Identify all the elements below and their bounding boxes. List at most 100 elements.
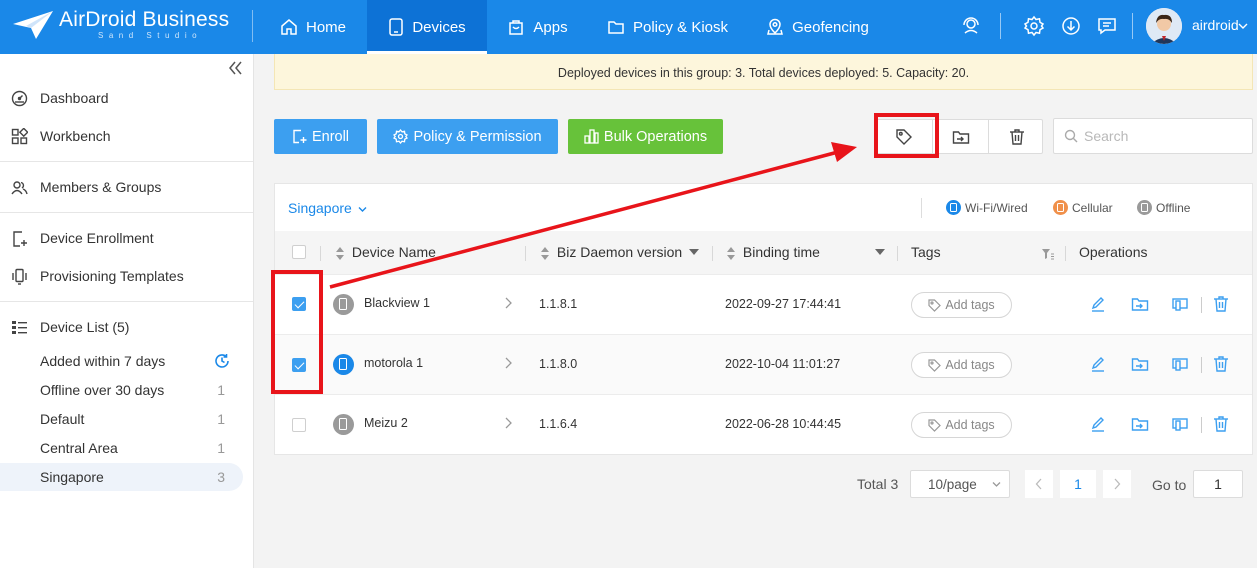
sidebar-item-device-list[interactable]: Device List (5) (0, 311, 253, 343)
page-number[interactable]: 1 (1060, 470, 1096, 498)
airdroid-logo[interactable]: AirDroid Business Sand Studio (12, 7, 237, 47)
binding-time: 2022-06-28 10:44:45 (725, 417, 842, 431)
sidebar-item-workbench[interactable]: Workbench (0, 120, 253, 152)
chevron-right-icon (1114, 478, 1121, 490)
add-tags-button[interactable]: Add tags (911, 292, 1012, 318)
trash-icon[interactable] (1212, 415, 1230, 433)
folder-move-icon[interactable] (1131, 295, 1149, 313)
collapse-sidebar-icon[interactable] (226, 59, 244, 77)
device-name[interactable]: motorola 1 (364, 356, 423, 370)
header-tags: Tags (911, 244, 941, 260)
group-selector-label: Singapore (288, 200, 352, 216)
device-status-icon (333, 354, 354, 375)
add-tags-label: Add tags (945, 298, 995, 312)
move-to-folder-button[interactable] (932, 120, 988, 153)
page-size-select[interactable]: 10/page (910, 470, 1010, 498)
prev-page-button[interactable] (1025, 470, 1053, 498)
group-selector[interactable]: Singapore (288, 200, 367, 216)
username-label[interactable]: airdroid (1192, 17, 1239, 33)
sidebar-item-label: Workbench (40, 128, 111, 144)
table-row[interactable]: motorola 1 1.1.8.0 2022-10-04 11:01:27 A… (275, 334, 1252, 394)
filter-icon[interactable] (1041, 248, 1055, 260)
sidebar-item-members-groups[interactable]: Members & Groups (0, 171, 253, 203)
policy-permission-button[interactable]: Policy & Permission (377, 119, 558, 154)
table-header: Device Name Biz Daemon version Binding t… (275, 231, 1252, 274)
apps-icon (509, 20, 524, 35)
device-status-icon (333, 414, 354, 435)
table-row[interactable]: Meizu 2 1.1.6.4 2022-06-28 10:44:45 Add … (275, 394, 1252, 454)
device-table-panel: Singapore Wi-Fi/Wired Cellular Offline D… (274, 183, 1253, 455)
device-status-icon (333, 294, 354, 315)
next-page-button[interactable] (1103, 470, 1131, 498)
sort-icon (336, 246, 344, 260)
bulk-operations-button[interactable]: Bulk Operations (568, 119, 723, 154)
nav-policy-kiosk[interactable]: Policy & Kiosk (600, 0, 735, 54)
trash-icon[interactable] (1212, 295, 1230, 313)
sidebar-item-dashboard[interactable]: Dashboard (0, 82, 253, 114)
support-icon[interactable] (960, 15, 982, 37)
total-count: Total 3 (857, 476, 899, 492)
chevron-right-icon[interactable] (504, 417, 512, 429)
sidebar-divider (0, 161, 253, 162)
sidebar-item-label: Provisioning Templates (40, 268, 184, 284)
settings-gear-icon[interactable] (1023, 15, 1045, 37)
group-default[interactable]: Default 1 (0, 405, 243, 433)
group-central-area[interactable]: Central Area 1 (0, 434, 243, 462)
legend-offline: Offline (1137, 200, 1190, 215)
group-count: 3 (217, 469, 225, 485)
add-tags-button[interactable]: Add tags (911, 352, 1012, 378)
folder-move-icon[interactable] (1131, 415, 1149, 433)
delete-button[interactable] (988, 120, 1044, 153)
tag-button[interactable] (876, 120, 932, 153)
nav-apps[interactable]: Apps (500, 0, 575, 54)
sidebar-item-device-enrollment[interactable]: Device Enrollment (0, 222, 253, 254)
nav-geofencing-label: Geofencing (792, 18, 869, 36)
header-biz-daemon-version[interactable]: Biz Daemon version (541, 244, 682, 260)
daemon-version: 1.1.8.1 (539, 297, 578, 311)
header-device-name[interactable]: Device Name (336, 244, 436, 260)
sidebar-item-provisioning-templates[interactable]: Provisioning Templates (0, 260, 253, 292)
column-separator (897, 246, 898, 261)
edit-icon[interactable] (1089, 355, 1107, 373)
device-name[interactable]: Blackview 1 (364, 296, 430, 310)
nav-home[interactable]: Home (268, 0, 358, 54)
add-tags-label: Add tags (945, 418, 995, 432)
remote-control-icon[interactable] (1171, 415, 1189, 433)
trash-icon[interactable] (1212, 355, 1230, 373)
filter-dropdown-icon[interactable] (689, 249, 699, 255)
top-nav-bar: AirDroid Business Sand Studio Home Devic… (0, 0, 1257, 54)
group-count: 1 (217, 440, 225, 456)
filter-dropdown-icon[interactable] (875, 249, 885, 255)
group-label: Offline over 30 days (40, 382, 165, 398)
add-tags-button[interactable]: Add tags (911, 412, 1012, 438)
edit-icon[interactable] (1089, 415, 1107, 433)
search-input[interactable] (1084, 120, 1244, 152)
row-checkbox[interactable] (292, 358, 306, 372)
row-checkbox[interactable] (292, 418, 306, 432)
chevron-down-icon[interactable] (1238, 22, 1248, 30)
goto-page-input[interactable] (1193, 470, 1243, 498)
user-avatar[interactable] (1146, 8, 1182, 44)
row-checkbox[interactable] (292, 297, 306, 311)
device-name[interactable]: Meizu 2 (364, 416, 408, 430)
group-singapore[interactable]: Singapore 3 (0, 463, 243, 491)
nav-devices[interactable]: Devices (367, 0, 487, 54)
remote-control-icon[interactable] (1171, 295, 1189, 313)
remote-control-icon[interactable] (1171, 355, 1189, 373)
messages-icon[interactable] (1096, 15, 1118, 37)
folder-move-icon[interactable] (1131, 355, 1149, 373)
edit-icon[interactable] (1089, 295, 1107, 313)
table-row[interactable]: Blackview 1 1.1.8.1 2022-09-27 17:44:41 … (275, 274, 1252, 334)
nav-geofencing[interactable]: Geofencing (760, 0, 875, 54)
enroll-button[interactable]: Enroll (274, 119, 367, 154)
chevron-right-icon[interactable] (504, 357, 512, 369)
download-icon[interactable] (1060, 15, 1082, 37)
header-operations: Operations (1079, 244, 1148, 260)
legend-label: Offline (1156, 200, 1191, 215)
group-offline-over-30-days[interactable]: Offline over 30 days 1 (0, 376, 243, 404)
header-binding-time[interactable]: Binding time (727, 244, 820, 260)
select-all-checkbox[interactable] (292, 245, 306, 259)
group-added-within-7-days[interactable]: Added within 7 days (0, 347, 243, 375)
chevron-right-icon[interactable] (504, 297, 512, 309)
home-icon (281, 19, 297, 35)
